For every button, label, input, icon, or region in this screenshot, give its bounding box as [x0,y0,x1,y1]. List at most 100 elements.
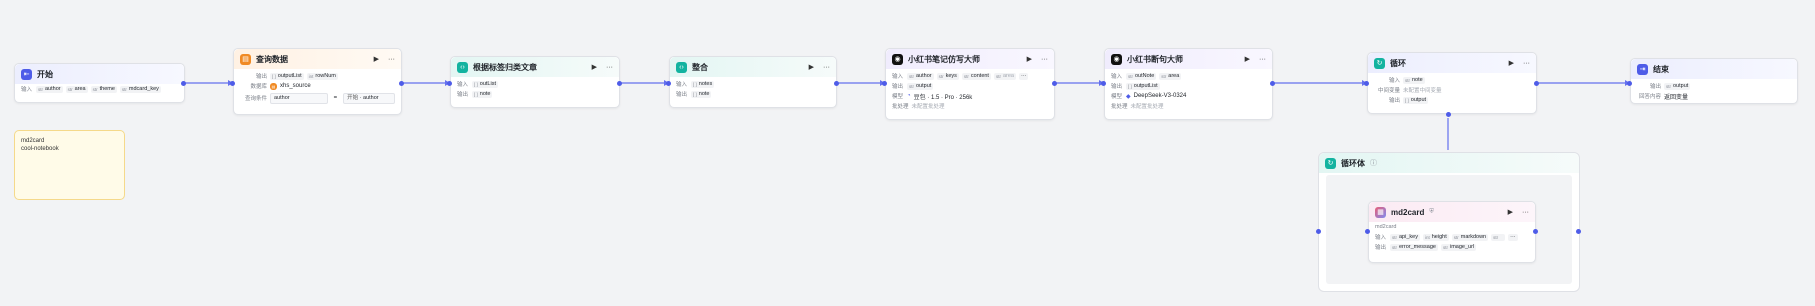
loop-input-handle[interactable] [1364,81,1369,86]
loop-output-chip: [ ] output [1403,96,1429,104]
xhs-writer-header: ◉ 小红书笔记仿写大师 ▶ ··· [886,49,1054,69]
md2card-input-extra: str [1491,233,1506,241]
start-output-handle[interactable] [181,81,186,86]
db-source-icon: ▤ [270,82,277,90]
end-answer-value: 返回变量 [1664,94,1689,101]
loop-body-title: 循环体 [1341,158,1365,168]
run-icon[interactable]: ▶ [809,63,814,71]
xhs-breaker-input-area: str area [1159,72,1182,80]
classify-node[interactable]: ‹› 根据标签归类文章 ▶ ··· 输入 [ ] outList 输出 [ ] no… [450,56,620,108]
md2card-input-handle[interactable] [1365,229,1370,234]
code-icon: ‹› [457,61,468,73]
start-node-header: ⇤ 开始 [15,64,184,84]
xhs-breaker-output-row: 输出 [ ] outputList [1105,81,1272,91]
llm-icon: ◉ [1111,53,1122,65]
query-input-handle[interactable] [230,81,235,86]
query-node[interactable]: ▤ 查询数据 ▶ ··· 输出 [ ] outputList int rowNum … [233,48,402,115]
xhs-writer-model-row: 模型 ◔ 豆包 · 1.5 · Pro · 256k [886,91,1054,101]
more-icon[interactable]: ··· [606,64,613,71]
start-input-area: str area [65,85,88,93]
more-icon[interactable]: ··· [1523,60,1530,67]
start-node[interactable]: ⇤ 开始 输入 str author str area str theme str md… [14,63,185,103]
md2card-input-row: 输入 str api_key int height str markdown str … [1369,232,1535,242]
xhs-writer-input-keys: str keys [936,72,959,80]
loop-mid-row: 中间变量 未配置中间变量 [1368,85,1536,95]
workflow-canvas[interactable]: ⇤ 开始 输入 str author str area str theme str md… [0,0,1815,306]
xhs-breaker-title: 小红书断句大师 [1127,54,1183,64]
loop-body-handle[interactable] [1446,112,1451,117]
xhs-writer-input-content: str content [961,72,991,80]
end-output-chip: str output [1664,82,1691,90]
classify-node-header: ‹› 根据标签归类文章 ▶ ··· [451,57,619,77]
loop-icon: ↻ [1374,57,1385,69]
merge-output-handle[interactable] [834,81,839,86]
sticky-note[interactable]: md2card cool-notebook [14,130,125,200]
xhs-breaker-output-label: 输出 [1111,84,1123,90]
xhs-writer-model-label: 模型 [892,94,904,100]
md2card-output-row: 输出 str error_message str image_url [1369,242,1535,252]
end-node-header: ⇥ 结束 [1631,59,1797,79]
classify-output-handle[interactable] [617,81,622,86]
run-icon[interactable]: ▶ [1508,208,1513,216]
query-cond-op[interactable]: = [331,95,341,101]
xhs-writer-node[interactable]: ◉ 小红书笔记仿写大师 ▶ ··· 输入 str author str keys s… [885,48,1055,120]
more-icon[interactable]: ··· [823,64,830,71]
xhs-breaker-node[interactable]: ◉ 小红书断句大师 ▶ ··· 输入 str outNote str area 输出… [1104,48,1273,120]
xhs-writer-more-inputs[interactable]: ··· [1018,72,1029,80]
query-output-handle[interactable] [399,81,404,86]
classify-output-label: 输出 [457,92,469,98]
xhs-breaker-input-handle[interactable] [1101,81,1106,86]
end-answer-label: 回答内容 [1638,94,1661,100]
model-logo-icon: ◔ [907,93,911,99]
xhs-writer-output-chip: str output [907,82,934,90]
note-line-2: cool-notebook [21,146,59,152]
query-output-label: 输出 [255,74,267,80]
end-node[interactable]: ⇥ 结束 输出 str output 回答内容 返回变量 [1630,58,1798,104]
merge-node-title: 整合 [692,62,708,72]
md2card-more-inputs[interactable]: ··· [1508,233,1518,241]
md2card-output-image-url: str image_url [1441,243,1477,251]
classify-input-chip: [ ] outList [472,80,498,88]
md2card-subtitle: md2card [1375,224,1397,230]
merge-input-label: 输入 [676,82,688,88]
merge-input-handle[interactable] [666,81,671,86]
loop-output-handle[interactable] [1534,81,1539,86]
xhs-writer-input-handle[interactable] [882,81,887,86]
end-output-label: 输出 [1649,84,1661,90]
start-input-mdcard-key: str mdcard_key [119,85,161,93]
loop-node[interactable]: ↻ 循环 ▶ ··· 输入 str note 中间变量 未配置中间变量 输出 [ … [1367,52,1537,114]
run-icon[interactable]: ▶ [592,63,597,71]
loop-input-label: 输入 [1388,78,1400,84]
llm-icon: ◉ [892,53,903,65]
loop-output-row: 输出 [ ] output [1368,95,1536,105]
query-cond-field[interactable]: author [270,92,328,104]
merge-node[interactable]: ‹› 整合 ▶ ··· 输入 [ ] notes 输出 [ ] note [669,56,837,108]
run-icon[interactable]: ▶ [374,55,379,63]
loop-body-output-handle[interactable] [1576,229,1581,234]
md2card-node[interactable]: ▦ md2card ⛨ ▶ ··· md2card 输入 str api_key … [1368,201,1536,263]
xhs-breaker-input-outnote: str outNote [1126,72,1157,80]
query-condition-row: 查询条件 author = 开始 · author [234,91,401,105]
xhs-breaker-input-row: 输入 str outNote str area [1105,71,1272,81]
xhs-writer-output-handle[interactable] [1052,81,1057,86]
run-icon[interactable]: ▶ [1245,55,1250,63]
md2card-title: md2card [1391,207,1425,217]
more-icon[interactable]: ··· [1522,209,1529,216]
more-icon[interactable]: ··· [1041,56,1048,63]
run-icon[interactable]: ▶ [1027,55,1032,63]
more-icon[interactable]: ··· [1259,56,1266,63]
loop-output-label: 输出 [1388,98,1400,104]
note-line-1: md2card [21,138,45,144]
start-input-label: 输入 [21,87,33,93]
loop-body-input-handle[interactable] [1316,229,1321,234]
more-icon[interactable]: ··· [388,56,395,63]
info-icon[interactable]: ⓘ [1370,158,1377,168]
classify-input-handle[interactable] [447,81,452,86]
query-cond-value[interactable]: 开始 · author [343,92,395,104]
md2card-output-handle[interactable] [1533,229,1538,234]
run-icon[interactable]: ▶ [1509,59,1514,67]
query-node-header: ▤ 查询数据 ▶ ··· [234,49,401,69]
xhs-breaker-output-handle[interactable] [1270,81,1275,86]
end-input-handle[interactable] [1627,81,1632,86]
classify-output-row: 输出 [ ] note [451,89,619,99]
